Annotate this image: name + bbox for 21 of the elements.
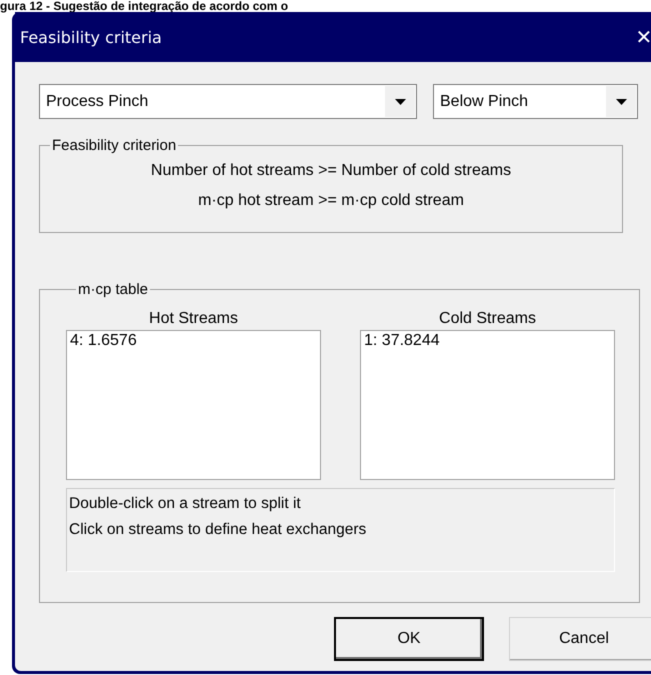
caret-icon — [394, 98, 406, 104]
cancel-button[interactable]: Cancel — [509, 617, 651, 661]
ok-button[interactable]: OK — [334, 617, 484, 661]
list-heading: Cold Streams — [438, 309, 537, 329]
hint-text: Click on streams to define heat exchangers — [69, 520, 368, 540]
dropdown[interactable]: Below Pinch — [433, 84, 638, 119]
criterion-text: m·cp hot stream >= m·cp cold stream — [197, 191, 465, 211]
caret-icon — [616, 98, 626, 104]
window-title: Feasibility criteria — [20, 28, 162, 46]
list-item[interactable]: 4: 1.6576 — [70, 332, 317, 350]
list-item[interactable]: 1: 37.8244 — [364, 332, 611, 350]
hint-text: Double-click on a stream to split it — [69, 494, 302, 514]
stream-list[interactable]: 1: 37.8244 — [360, 330, 615, 480]
stream-list[interactable]: 4: 1.6576 — [66, 330, 321, 480]
list-heading: Hot Streams — [148, 309, 239, 329]
figure-caption: gura 12 - Sugestão de integração de acordo com o — [0, 0, 290, 12]
group-title: Feasibility criterion — [51, 137, 178, 154]
criterion-text: Number of hot streams >= Number of cold streams — [150, 161, 512, 181]
dropdown[interactable]: Process Pinch — [39, 84, 417, 119]
group-title: m·cp table — [77, 281, 150, 298]
close-button[interactable]: ✕ — [624, 24, 651, 50]
